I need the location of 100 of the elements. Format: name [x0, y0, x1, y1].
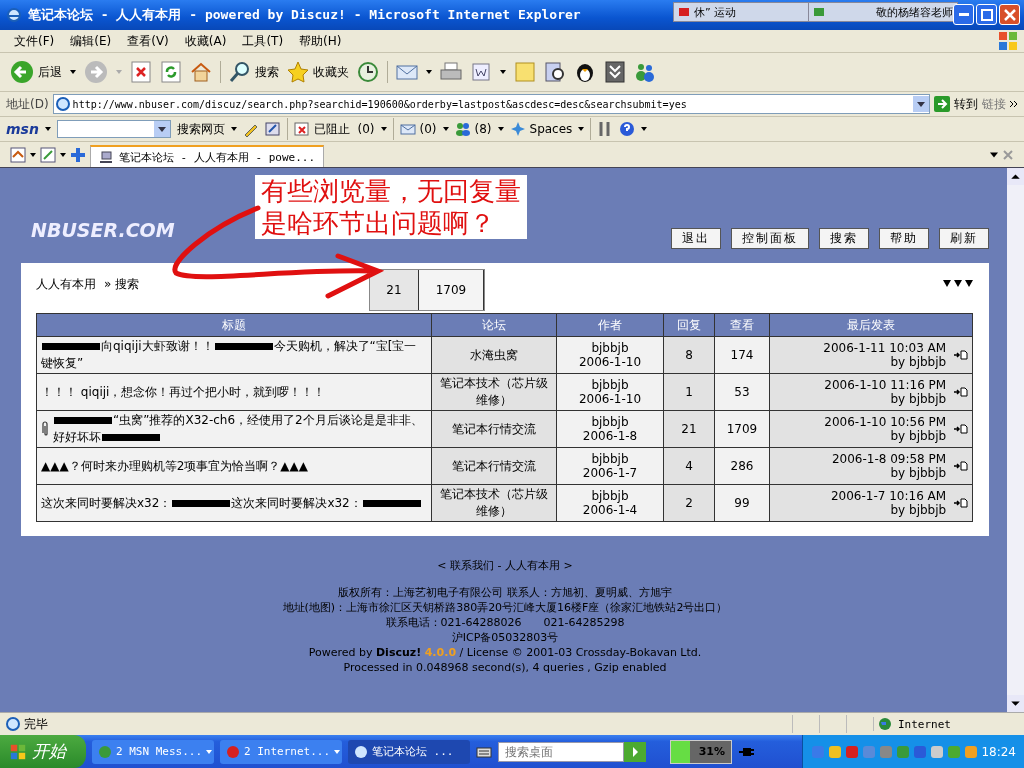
menu-item[interactable]: 文件(F) — [6, 32, 63, 50]
go-to-post-icon[interactable] — [954, 461, 968, 471]
taskbar-item[interactable]: 2 MSN Mess... — [92, 739, 214, 764]
minimize-button[interactable] — [953, 4, 974, 25]
column-header[interactable]: 查看 — [714, 313, 770, 337]
column-header[interactable]: 作者 — [556, 313, 664, 337]
dropdown-arrow-icon[interactable] — [70, 70, 76, 74]
dropdown-arrow-icon[interactable] — [380, 127, 387, 131]
msn-logo[interactable]: msn — [6, 121, 39, 137]
expand-arrows-icon[interactable] — [943, 280, 973, 288]
dropdown-arrow-icon[interactable] — [990, 150, 998, 159]
site-logo[interactable]: NBUSER.COM — [31, 219, 175, 241]
thread-title-link[interactable]: 这次来同时要解决x32： 这次来同时要解决x32： — [41, 494, 427, 512]
forum-cell[interactable]: 笔记本行情交流 — [431, 447, 557, 485]
last-post-author[interactable]: by bjbbjb — [890, 355, 947, 369]
dropdown-arrow-icon[interactable] — [60, 152, 66, 157]
last-post-author[interactable]: by bjbbjb — [890, 466, 947, 480]
nav-button[interactable]: 刷新 — [939, 228, 989, 249]
menu-item[interactable]: 帮助(H) — [291, 32, 350, 50]
dropdown-arrow-icon[interactable] — [44, 127, 51, 131]
links-button[interactable]: 链接 — [982, 95, 1006, 113]
column-header[interactable]: 论坛 — [431, 313, 557, 337]
favorites-button[interactable]: 收藏夹 — [287, 61, 349, 83]
nav-button[interactable]: 退出 — [671, 228, 721, 249]
search-button[interactable]: 搜索 — [229, 61, 279, 83]
go-to-post-icon[interactable] — [954, 498, 968, 508]
column-header[interactable]: 标题 — [36, 313, 432, 337]
contact-link[interactable]: < 联系我们 - 人人有本用 > — [437, 558, 573, 573]
thread-title-link[interactable]: ！！！ qiqiji，想念你！再过个把小时，就到啰！！！ — [41, 383, 427, 401]
nav-button[interactable]: 帮助 — [879, 228, 929, 249]
home-icon[interactable] — [190, 61, 212, 83]
nav-button[interactable]: 控制面板 — [731, 228, 809, 249]
maximize-button[interactable] — [976, 4, 997, 25]
mail-button[interactable]: (0) — [399, 121, 437, 137]
history-icon[interactable] — [357, 61, 379, 83]
menu-item[interactable]: 收藏(A) — [176, 32, 235, 50]
forum-cell[interactable]: 笔记本技术（芯片级维修） — [431, 373, 557, 411]
thread-title-link[interactable]: ▲▲▲？何时来办理购机等2项事宜为恰当啊？▲▲▲ — [41, 457, 427, 475]
nav-button[interactable]: 搜索 — [819, 228, 869, 249]
stop-icon[interactable] — [130, 61, 152, 83]
back-button[interactable]: 后退 — [10, 60, 62, 84]
dropdown-arrow-icon[interactable] — [500, 70, 506, 74]
penguin-icon[interactable] — [574, 61, 596, 83]
download-icon[interactable] — [604, 61, 626, 83]
dropdown-arrow-icon[interactable] — [641, 127, 648, 131]
taskbar-item[interactable]: 2 Internet... — [220, 739, 342, 764]
address-field[interactable]: http://www.nbuser.com/discuz/search.php?searchid=190600&orderby=lastpost&ascdesc=desc&searchsubmit=yes — [52, 94, 930, 114]
edit-icon[interactable] — [264, 121, 281, 137]
go-button[interactable]: 转到 — [934, 95, 978, 113]
chevron-icon[interactable] — [1010, 100, 1018, 108]
document-icon[interactable] — [470, 61, 492, 83]
go-to-post-icon[interactable] — [954, 350, 968, 360]
popup-blocker-button[interactable]: 已阻止 (0) — [293, 120, 375, 138]
dropdown-arrow-icon[interactable] — [442, 127, 449, 131]
spaces-button[interactable]: Spaces — [509, 121, 573, 137]
dropdown-arrow-icon[interactable] — [30, 152, 36, 157]
contacts-button[interactable]: (8) — [454, 121, 492, 137]
refresh-icon[interactable] — [160, 61, 182, 83]
forum-cell[interactable]: 水淹虫窝 — [431, 336, 557, 374]
favorites-add-icon[interactable] — [40, 146, 56, 163]
web-search-button[interactable]: 搜索网页 — [176, 120, 225, 138]
author-name[interactable]: bjbbjb — [561, 415, 659, 429]
notification-popup[interactable]: 敬的杨绪容老师 — [808, 2, 958, 22]
author-name[interactable]: bjbbjb — [561, 378, 659, 392]
dropdown-arrow-icon[interactable] — [426, 70, 432, 74]
forum-cell[interactable]: 笔记本技术（芯片级维修） — [431, 484, 557, 522]
dropdown-arrow-icon[interactable] — [497, 127, 504, 131]
dropdown-arrow-icon[interactable] — [578, 127, 585, 131]
thread-title-link[interactable]: 向qiqiji大虾致谢！！ 今天购机，解决了“宝[宝一键恢复” — [41, 338, 427, 372]
plus-icon[interactable] — [70, 146, 86, 163]
last-post-author[interactable]: by bjbbjb — [890, 392, 947, 406]
help-icon[interactable] — [619, 121, 636, 137]
close-button[interactable] — [999, 4, 1020, 25]
messenger-icon[interactable] — [634, 61, 656, 83]
go-to-post-icon[interactable] — [954, 424, 968, 434]
vertical-scrollbar[interactable] — [1007, 168, 1024, 712]
column-header[interactable]: 回复 — [663, 313, 715, 337]
tab-list-icon[interactable] — [10, 146, 26, 163]
thread-title-link[interactable]: “虫窝”推荐的X32-ch6，经使用了2个月后谈论是是非非、好好坏坏 — [53, 412, 427, 446]
author-name[interactable]: bjbbjb — [561, 341, 659, 355]
search-field[interactable] — [56, 120, 171, 138]
go-to-post-icon[interactable] — [954, 387, 968, 397]
scroll-down-icon[interactable] — [1007, 695, 1024, 712]
dropdown-arrow-icon[interactable] — [230, 127, 237, 131]
menu-item[interactable]: 编辑(E) — [62, 32, 120, 50]
desktop-search-field[interactable]: 搜索桌面 — [498, 741, 624, 762]
start-button[interactable]: 开始 — [0, 735, 86, 768]
breadcrumb-link[interactable]: 人人有本用 — [36, 275, 96, 293]
column-header[interactable]: 最后发表 — [769, 313, 973, 337]
browser-tab[interactable]: 笔记本论坛 - 人人有本用 - powe... — [90, 145, 325, 167]
last-post-author[interactable]: by bjbbjb — [890, 429, 947, 443]
menu-item[interactable]: 查看(V) — [119, 32, 177, 50]
scroll-up-icon[interactable] — [1007, 168, 1024, 185]
forum-cell[interactable]: 笔记本行情交流 — [431, 410, 557, 448]
author-name[interactable]: bjbbjb — [561, 452, 659, 466]
author-name[interactable]: bjbbjb — [561, 489, 659, 503]
taskbar-item[interactable]: 笔记本论坛 ... — [348, 739, 470, 764]
research-icon[interactable] — [544, 61, 566, 83]
menu-item[interactable]: 工具(T) — [234, 32, 292, 50]
printer-icon[interactable] — [440, 61, 462, 83]
